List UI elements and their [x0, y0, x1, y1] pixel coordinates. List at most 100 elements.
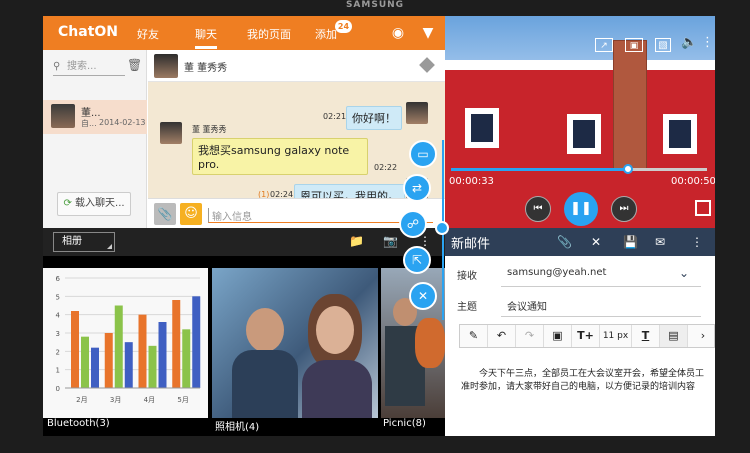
- pop-up-play-icon[interactable]: ↗: [595, 38, 613, 52]
- folder-icon[interactable]: 📁: [349, 234, 364, 248]
- pen-icon[interactable]: ✎: [460, 325, 488, 347]
- item-name: 董...: [81, 108, 101, 119]
- swap-windows-icon[interactable]: ⇄: [403, 174, 431, 202]
- list-item[interactable]: 董... 自... 2014-02-13: [43, 100, 147, 134]
- text-color-icon[interactable]: T: [632, 325, 660, 347]
- video-player-window[interactable]: ↗ ▣ ▧ 🔈 ⋮ 00:00:33 00:00:50 ⏮ ❚❚ ⏭: [445, 16, 715, 228]
- y-tick-label: 2: [56, 348, 60, 356]
- chevron-down-icon[interactable]: ⌄: [679, 266, 689, 280]
- chart-bar: [114, 305, 123, 388]
- chart-bar: [91, 347, 99, 388]
- message-time: 02:22: [374, 163, 398, 172]
- chaton-toolbar: ChatON 好友 聊天 我的页面 添加 24 ◉ ▼: [43, 16, 445, 50]
- fast-forward-button[interactable]: ⏭: [611, 196, 637, 222]
- undo-icon[interactable]: ↶: [488, 325, 516, 347]
- message-sender: 董 董秀秀: [192, 125, 227, 134]
- y-tick-label: 0: [56, 385, 60, 393]
- menu-down-icon[interactable]: ▼: [419, 26, 437, 40]
- chart-bar: [81, 336, 89, 388]
- avatar: [154, 54, 178, 78]
- chart-bar: [71, 311, 79, 388]
- avatar: [160, 122, 182, 144]
- x-tick-label: 2月: [76, 396, 87, 404]
- divider: [501, 316, 701, 317]
- chat-bubble-icon[interactable]: ◉: [389, 26, 407, 40]
- email-toolbar: 新邮件 📎 ✕ 💾 ✉ ⋮: [445, 228, 715, 256]
- video-frame-window: [465, 108, 499, 148]
- message-time: 02:21: [323, 112, 347, 121]
- multi-window-screen: ChatON 好友 聊天 我的页面 添加 24 ◉ ▼ ⚲ 搜索... 🗑 董.…: [43, 16, 715, 436]
- brand-logo: SAMSUNG: [345, 0, 405, 10]
- font-size-up-icon[interactable]: T+: [572, 325, 600, 347]
- email-title: 新邮件: [451, 237, 491, 252]
- search-input[interactable]: ⚲ 搜索...: [53, 58, 125, 76]
- cube-icon[interactable]: [419, 57, 435, 73]
- chart-bar: [138, 314, 147, 388]
- send-icon[interactable]: ✉: [655, 235, 665, 249]
- volume-icon[interactable]: 🔈: [681, 36, 697, 52]
- format-toolbar: ✎ ↶ ↷ ▣ T+ 11 px T ▤ ›: [459, 324, 715, 348]
- screen-mirror-icon[interactable]: ▧: [655, 38, 671, 52]
- more-options-icon[interactable]: ⋮: [691, 235, 703, 249]
- multi-window-handle[interactable]: [435, 221, 449, 235]
- tab-chats[interactable]: 聊天: [195, 26, 217, 49]
- chart-bar: [172, 300, 181, 388]
- subject-field[interactable]: 会议通知: [507, 298, 547, 313]
- x-tick-label: 5月: [177, 396, 188, 404]
- album-thumbnail-bluetooth[interactable]: 0 1 2 3 4 5 6 2月 3月 4月 5月: [43, 268, 208, 418]
- video-progress-bar[interactable]: [451, 164, 707, 174]
- chevron-right-icon[interactable]: ›: [692, 325, 714, 347]
- album-caption: Bluetooth(3): [47, 418, 110, 429]
- email-body[interactable]: 今天下午三点，全部员工在大会议室开会，希望全体员工准时参加，请大家带好自己的电脑…: [461, 368, 705, 394]
- gallery-window: 相册 📁 📷 ⋮ 0 1 2 3 4 5 6 2月 3月 4月 5月 Bluetooth(3): [43, 228, 445, 436]
- maximize-icon[interactable]: ⇱: [403, 246, 431, 274]
- album-thumbnail-camera[interactable]: [212, 268, 378, 418]
- chaton-logo: ChatON: [58, 24, 118, 40]
- tab-add[interactable]: 添加: [315, 26, 337, 42]
- item-date: 2014-02-13: [99, 118, 146, 127]
- album-caption: 照相机(4): [215, 422, 260, 433]
- elapsed-time: 00:00:33: [449, 176, 494, 187]
- photo-face: [246, 308, 284, 352]
- video-frame-chimney: [613, 40, 647, 170]
- pause-button[interactable]: ❚❚: [564, 192, 598, 226]
- video-progress-fill: [451, 168, 628, 171]
- avatar: [406, 102, 428, 124]
- insert-image-icon[interactable]: ▣: [544, 325, 572, 347]
- search-icon: ⚲: [53, 61, 61, 72]
- drag-content-icon[interactable]: ☍: [399, 210, 427, 238]
- email-compose-window: 新邮件 📎 ✕ 💾 ✉ ⋮ 接收 samsung@yeah.net ⌄ 主题 会…: [445, 228, 715, 436]
- video-frame-window: [663, 114, 697, 154]
- camera-icon[interactable]: 📷: [383, 234, 398, 248]
- attach-icon[interactable]: 📎: [557, 235, 572, 249]
- load-chats-label: 载入聊天...: [75, 198, 125, 209]
- tab-my-page[interactable]: 我的页面: [247, 26, 291, 42]
- save-icon[interactable]: 💾: [623, 235, 638, 249]
- to-field[interactable]: samsung@yeah.net: [507, 267, 606, 278]
- email-body-text: 今天下午三点，全部员工在大会议室开会，希望全体员工准时参加，请大家带好自己的电脑…: [461, 369, 705, 392]
- redo-icon[interactable]: ↷: [516, 325, 544, 347]
- switch-windows-icon[interactable]: ▭: [409, 140, 437, 168]
- highlight-icon[interactable]: ▤: [660, 325, 688, 347]
- y-tick-label: 6: [56, 275, 61, 283]
- chart-bar: [124, 342, 133, 388]
- tab-friends[interactable]: 好友: [137, 26, 159, 42]
- attach-icon[interactable]: 📎: [154, 203, 176, 225]
- bar-chart: 0 1 2 3 4 5 6 2月 3月 4月 5月: [56, 275, 201, 404]
- aspect-ratio-icon[interactable]: [695, 200, 711, 216]
- capture-icon[interactable]: ▣: [625, 38, 643, 52]
- more-options-icon[interactable]: ⋮: [701, 36, 714, 52]
- load-chats-button[interactable]: ⟳ 载入聊天...: [57, 192, 131, 216]
- album-caption: Picnic(8): [383, 418, 426, 429]
- subject-label: 主题: [457, 302, 477, 313]
- font-size-value[interactable]: 11 px: [600, 325, 632, 347]
- rewind-button[interactable]: ⏮: [525, 196, 551, 222]
- video-progress-handle[interactable]: [622, 164, 633, 174]
- tablet-bezel: SAMSUNG ChatON 好友 聊天 我的页面 添加 24 ◉ ▼ ⚲ 搜索…: [0, 0, 750, 453]
- to-label: 接收: [457, 271, 477, 282]
- emoticon-icon[interactable]: ☺: [180, 203, 202, 225]
- close-window-icon[interactable]: ✕: [409, 282, 437, 310]
- album-dropdown[interactable]: 相册: [53, 232, 115, 252]
- close-icon[interactable]: ✕: [591, 235, 601, 249]
- trash-icon[interactable]: 🗑: [127, 58, 142, 72]
